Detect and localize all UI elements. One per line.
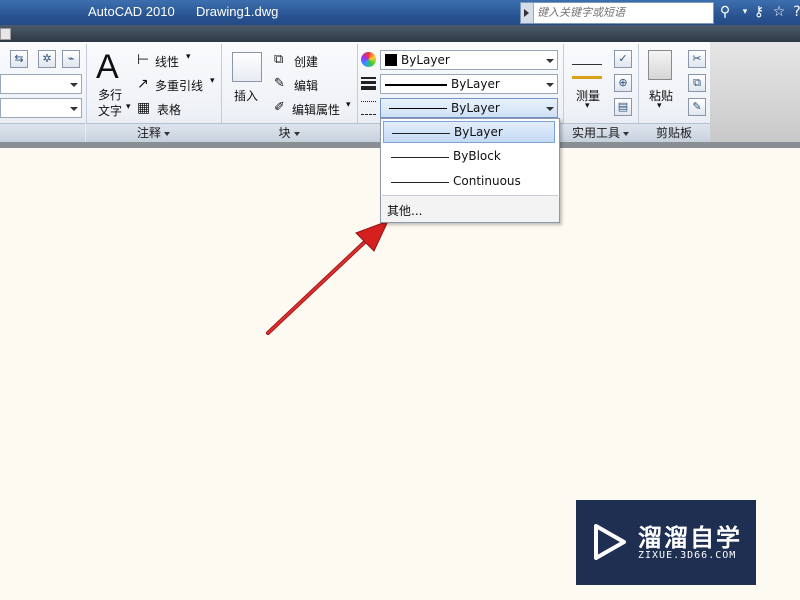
- block-panel-label: 块: [278, 126, 290, 140]
- linear-dropdown-icon[interactable]: ▾: [186, 52, 191, 62]
- lineweight-icon[interactable]: [361, 76, 376, 90]
- create-block-icon[interactable]: ⧉: [274, 52, 283, 67]
- block-panel-bar[interactable]: 块: [221, 123, 357, 143]
- utilities-panel-label: 实用工具: [572, 126, 620, 140]
- app-title: AutoCAD 2010: [88, 4, 175, 19]
- lineweight-combo[interactable]: ByLayer: [380, 74, 558, 94]
- search-box[interactable]: [520, 2, 714, 24]
- measure-icon[interactable]: [572, 56, 602, 79]
- layers-panel-bar[interactable]: [0, 123, 85, 143]
- lineweight-sample: [385, 84, 447, 86]
- dropdown-item-label: ByLayer: [454, 125, 503, 139]
- annotation-panel-bar[interactable]: 注释: [86, 123, 221, 143]
- linetype-sample: [389, 108, 447, 109]
- linetype-dropdown: ByLayer ByBlock Continuous 其他...: [380, 118, 560, 223]
- create-label[interactable]: 创建: [294, 53, 318, 70]
- multileader-dropdown-icon[interactable]: ▾: [210, 76, 215, 86]
- chevron-down-icon: [623, 132, 629, 136]
- mtext-label-2[interactable]: 文字: [98, 102, 122, 119]
- key-icon[interactable]: ⚷: [750, 3, 768, 21]
- calculator-icon[interactable]: ▤: [614, 98, 632, 116]
- linetype-icon[interactable]: [361, 101, 376, 115]
- linear-dimension-icon[interactable]: ⊢: [137, 52, 149, 68]
- search-expand-icon[interactable]: [521, 3, 534, 23]
- dropdown-item-continuous[interactable]: Continuous: [383, 171, 555, 193]
- color-combo[interactable]: ByLayer: [380, 50, 558, 70]
- chevron-down-icon: [164, 132, 170, 136]
- linetype-value: ByLayer: [451, 101, 500, 115]
- red-arrow-annotation: [260, 215, 395, 340]
- match-properties-icon[interactable]: ✎: [688, 98, 706, 116]
- star-icon[interactable]: ☆: [770, 3, 788, 21]
- edit-attribute-dropdown-icon[interactable]: ▾: [346, 100, 351, 110]
- linetype-combo[interactable]: ByLayer: [380, 98, 558, 118]
- insert-label[interactable]: 插入: [234, 87, 258, 104]
- copy-icon[interactable]: ⧉: [688, 74, 706, 92]
- mtext-icon[interactable]: A: [96, 48, 119, 87]
- color-swatch: [385, 54, 397, 66]
- mtext-dropdown-icon[interactable]: ▾: [126, 102, 131, 112]
- binoculars-icon[interactable]: ⚲: [716, 3, 734, 21]
- layer-state-icon[interactable]: ⇆: [10, 50, 28, 68]
- linear-label[interactable]: 线性: [155, 53, 179, 70]
- lineweight-value: ByLayer: [451, 77, 500, 91]
- watermark: 溜溜自学 ZIXUE.3D66.COM: [576, 500, 756, 585]
- multileader-icon[interactable]: ↗: [137, 76, 149, 92]
- multileader-label[interactable]: 多重引线: [155, 77, 203, 94]
- annotation-panel-label: 注释: [137, 126, 161, 140]
- dropdown-item-label: ByBlock: [453, 149, 501, 163]
- cut-icon[interactable]: ✂: [688, 50, 706, 68]
- app-menu-icon[interactable]: [0, 28, 11, 40]
- title-bar: AutoCAD 2010 Drawing1.dwg ⚲ ▾ ⚷ ☆ ?: [0, 0, 800, 25]
- clipboard-panel-bar: 剪贴板: [638, 123, 710, 143]
- edit-block-icon[interactable]: ✎: [274, 76, 285, 91]
- dropdown-item-label: Continuous: [453, 174, 521, 188]
- dropdown-item-byblock[interactable]: ByBlock: [383, 146, 555, 168]
- search-input[interactable]: [537, 4, 707, 20]
- layer-combo[interactable]: [0, 74, 82, 94]
- watermark-url: ZIXUE.3D66.COM: [638, 550, 736, 561]
- table-label[interactable]: 表格: [157, 101, 181, 118]
- help-icon[interactable]: ?: [788, 3, 800, 21]
- color-wheel-icon[interactable]: [361, 52, 376, 67]
- dropdown-other-label: 其他...: [387, 202, 422, 219]
- clipboard-panel-label: 剪贴板: [656, 126, 692, 140]
- layer-isolate-icon[interactable]: ✲: [38, 50, 56, 68]
- color-value: ByLayer: [401, 53, 450, 67]
- chevron-down-icon: [294, 132, 300, 136]
- utilities-panel-bar[interactable]: 实用工具: [563, 123, 638, 143]
- point-style-icon[interactable]: ⊕: [614, 74, 632, 92]
- dropdown-item-other[interactable]: 其他...: [381, 196, 559, 222]
- layer-combo-2[interactable]: [0, 98, 82, 118]
- file-title: Drawing1.dwg: [196, 4, 278, 19]
- edit-attribute-icon[interactable]: ✐: [274, 100, 285, 115]
- play-logo-icon: [590, 520, 630, 564]
- quick-select-icon[interactable]: ✓: [614, 50, 632, 68]
- ribbon-tab-strip: [0, 25, 800, 42]
- dropdown-item-bylayer[interactable]: ByLayer: [383, 121, 555, 143]
- mtext-label-1[interactable]: 多行: [98, 86, 122, 103]
- paste-dropdown-icon[interactable]: ▾: [657, 101, 662, 111]
- watermark-name: 溜溜自学: [638, 518, 742, 553]
- measure-dropdown-icon[interactable]: ▾: [585, 101, 590, 111]
- edit-attribute-label[interactable]: 编辑属性: [292, 101, 340, 118]
- table-icon[interactable]: ▦: [137, 100, 150, 116]
- insert-block-icon[interactable]: [232, 52, 262, 82]
- edit-label[interactable]: 编辑: [294, 77, 318, 94]
- layer-off-icon[interactable]: ⌁: [62, 50, 80, 68]
- paste-icon[interactable]: [648, 50, 672, 80]
- ribbon-empty-area: [710, 42, 800, 142]
